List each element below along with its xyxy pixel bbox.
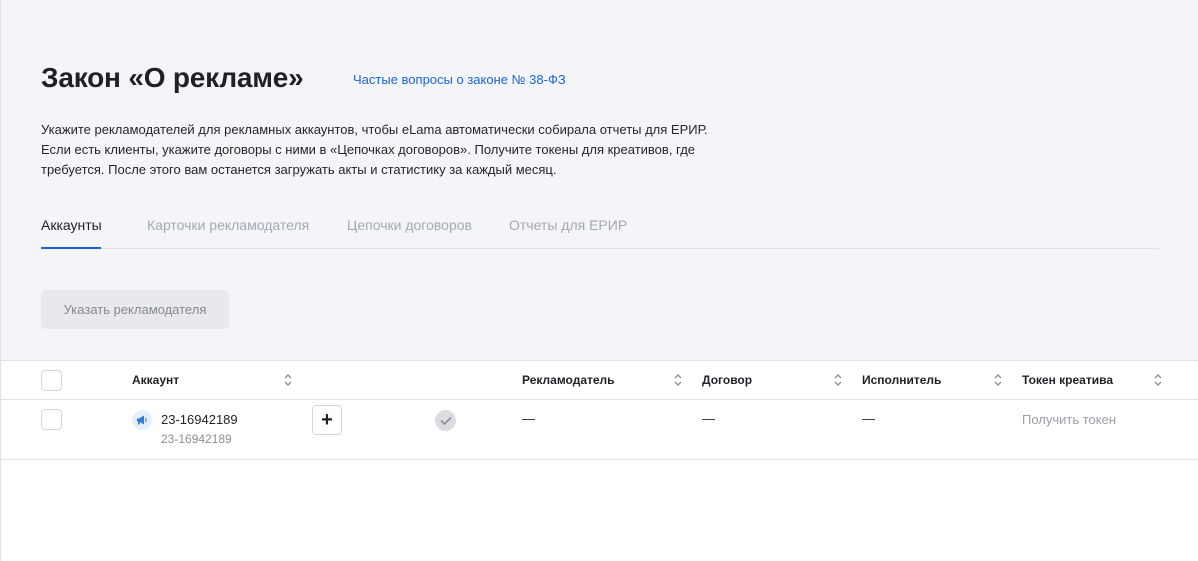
contract-cell: —: [702, 411, 715, 426]
sort-icon[interactable]: [673, 373, 683, 387]
page-header-area: Закон «О рекламе» Частые вопросы о закон…: [1, 0, 1198, 360]
table-row: 23-16942189 23-16942189 + — — — Получить…: [1, 400, 1198, 460]
page: Закон «О рекламе» Частые вопросы о закон…: [0, 0, 1198, 561]
tab-accounts[interactable]: Аккаунты: [41, 217, 102, 233]
accounts-table: Аккаунт Рекламодатель Договор Исполнител…: [1, 360, 1198, 460]
active-tab-indicator: [41, 247, 101, 249]
description-line: Если есть клиенты, укажите договоры с ни…: [41, 142, 696, 157]
page-title: Закон «О рекламе»: [41, 62, 304, 93]
get-token-link[interactable]: Получить токен: [1022, 412, 1116, 427]
page-description: Укажите рекламодателей для рекламных акк…: [41, 120, 741, 180]
column-header-account: Аккаунт: [132, 373, 180, 387]
account-name[interactable]: 23-16942189: [161, 412, 238, 427]
account-id: 23-16942189: [161, 432, 232, 446]
column-header-advertiser: Рекламодатель: [522, 373, 615, 387]
description-line: Укажите рекламодателей для рекламных акк…: [41, 122, 708, 137]
advertiser-cell: —: [522, 411, 535, 426]
faq-link[interactable]: Частые вопросы о законе № 38-ФЗ: [353, 72, 566, 87]
sort-icon[interactable]: [993, 373, 1003, 387]
tab-advertiser-cards[interactable]: Карточки рекламодателя: [147, 217, 309, 233]
column-header-executor: Исполнитель: [862, 373, 942, 387]
sort-icon[interactable]: [833, 373, 843, 387]
tab-erir-reports[interactable]: Отчеты для ЕРИР: [509, 217, 627, 233]
column-header-creative-token: Токен креатива: [1022, 373, 1113, 387]
row-checkbox[interactable]: [41, 409, 62, 430]
tab-bar: Аккаунты Карточки рекламодателя Цепочки …: [41, 214, 1159, 249]
check-icon: [435, 410, 456, 431]
add-button[interactable]: +: [312, 405, 342, 435]
select-all-checkbox[interactable]: [41, 370, 62, 391]
executor-cell: —: [862, 411, 875, 426]
megaphone-icon: [132, 410, 152, 430]
table-header: Аккаунт Рекламодатель Договор Исполнител…: [1, 360, 1198, 400]
tab-contract-chains[interactable]: Цепочки договоров: [347, 217, 472, 233]
sort-icon[interactable]: [283, 373, 293, 387]
specify-advertiser-button[interactable]: Указать рекламодателя: [41, 290, 229, 329]
sort-icon[interactable]: [1153, 373, 1163, 387]
column-header-contract: Договор: [702, 373, 753, 387]
description-line: требуется. После этого вам останется заг…: [41, 162, 557, 177]
